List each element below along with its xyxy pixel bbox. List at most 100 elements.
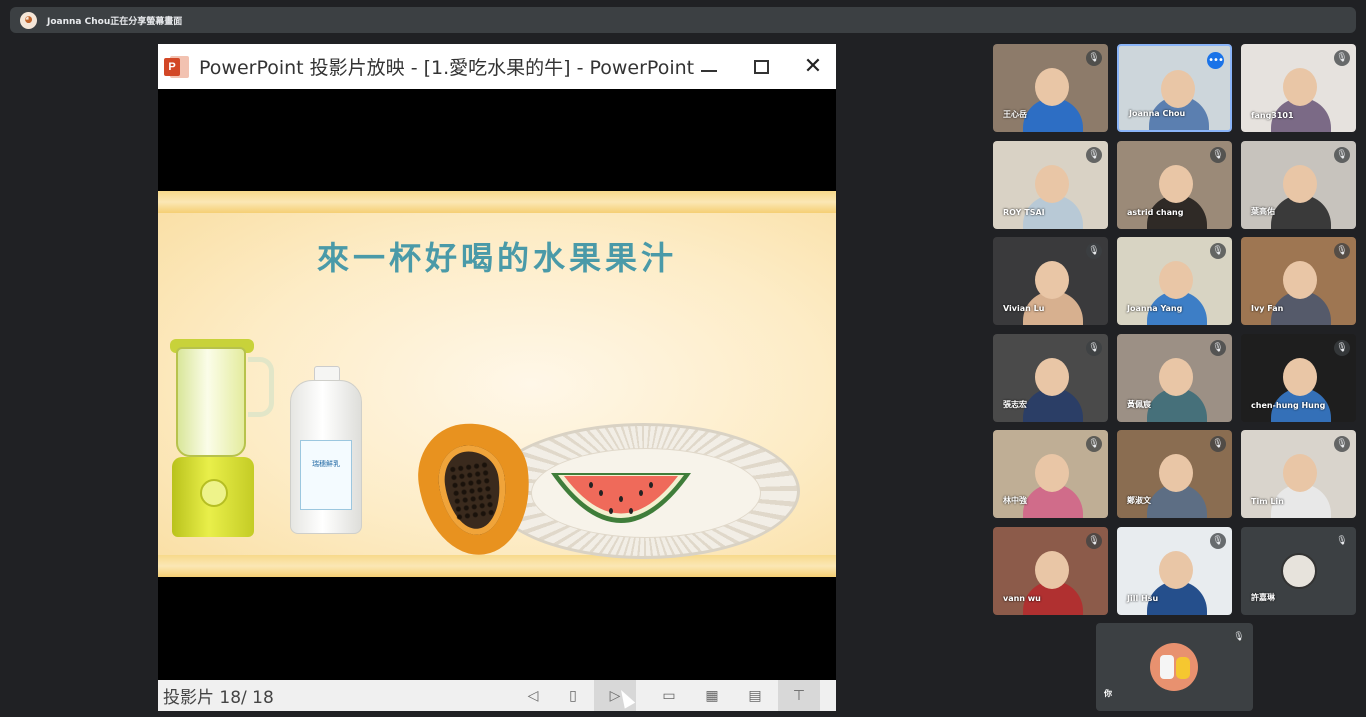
participant-name: Vivian Lu: [1003, 304, 1045, 313]
presenting-banner: ◕ Joanna Chou正在分享螢幕畫面: [10, 7, 1356, 33]
mic-off-icon: 🎙: [1086, 532, 1102, 549]
participant-name: 張志宏: [1003, 399, 1027, 409]
video-person-face: [1035, 164, 1069, 203]
slide-canvas[interactable]: 來一杯好喝的水果果汁 瑞穗鮮乳: [158, 191, 836, 577]
video-person-face: [1035, 261, 1069, 299]
video-person-face: [1283, 261, 1317, 299]
self-avatar: [1150, 643, 1198, 691]
participant-name: astrid chang: [1127, 207, 1184, 217]
participant-tile[interactable]: 🎙 vann wu: [993, 526, 1108, 615]
close-button[interactable]: ✕: [788, 44, 838, 89]
slide-bottom-band: [158, 555, 836, 577]
video-person-face: [1283, 68, 1317, 106]
slide-sorter-button[interactable]: ▦: [691, 680, 733, 711]
participant-name: 林中強: [1003, 496, 1027, 505]
participant-tile[interactable]: 🎙 Joanna Yang: [1117, 237, 1232, 325]
more-options-icon[interactable]: •••: [1207, 52, 1224, 69]
video-person-face: [1159, 164, 1193, 203]
participant-name: 葉高佑: [1251, 206, 1275, 216]
video-person-face: [1159, 261, 1193, 299]
prev-slide-icon: ◁: [527, 687, 539, 704]
video-person-face: [1035, 550, 1069, 589]
video-person-face: [1035, 454, 1069, 492]
mic-off-icon: 🎙: [1334, 532, 1350, 549]
slide-counter: 投影片 18/ 18: [163, 688, 274, 708]
slideshow-button[interactable]: ⊤: [778, 680, 820, 711]
participant-name: Tim Lin: [1251, 497, 1284, 506]
mic-off-icon: 🎙: [1086, 146, 1102, 163]
slideshow-statusbar: 投影片 18/ 18 ◁ ▯ ▷ ▭ ▦ ▤ ⊤: [158, 680, 836, 711]
participant-name: Joanna Chou: [1129, 109, 1186, 118]
participant-tile[interactable]: 🎙 chen-hung Hung: [1241, 333, 1356, 422]
participant-name: 黃佩宸: [1127, 399, 1151, 409]
avatar: [1281, 552, 1317, 589]
mic-off-icon: 🎙: [1086, 339, 1102, 356]
normal-view-button[interactable]: ▭: [648, 680, 690, 711]
participant-tile[interactable]: 🎙 黃佩宸: [1117, 333, 1232, 422]
powerpoint-window: P PowerPoint 投影片放映 - [1.愛吃水果的牛] - PowerP…: [158, 44, 836, 711]
papaya-image: [411, 415, 539, 563]
participant-tile[interactable]: 🎙 Ivy Fan: [1241, 237, 1356, 325]
participant-name: 鄭淑文: [1127, 496, 1151, 505]
participant-tile[interactable]: 🎙 葉高佑: [1241, 140, 1356, 229]
mic-off-icon: 🎙: [1210, 436, 1226, 452]
participant-name: vann wu: [1003, 593, 1041, 603]
participant-tile[interactable]: 🎙 許嘉琳: [1241, 526, 1356, 615]
participant-name: Ivy Fan: [1251, 304, 1284, 313]
close-icon: ✕: [803, 53, 823, 79]
mic-off-icon: 🎙: [1334, 146, 1350, 163]
slide-title: 來一杯好喝的水果果汁: [316, 239, 677, 277]
mic-off-icon: 🎙: [1334, 243, 1350, 259]
mic-off-icon: 🎙: [1334, 436, 1350, 452]
video-person-face: [1035, 357, 1069, 396]
minimize-button[interactable]: [684, 44, 734, 89]
blender-image: [166, 339, 276, 539]
participant-tile[interactable]: 🎙 王心岳: [993, 44, 1108, 132]
participant-tile[interactable]: 🎙 Jill Hsu: [1117, 526, 1232, 615]
mic-off-icon: 🎙: [1210, 146, 1226, 163]
mic-off-icon: 🎙: [1086, 436, 1102, 452]
video-person-face: [1035, 68, 1069, 106]
participant-tile[interactable]: 🎙 fang3101: [1241, 44, 1356, 132]
self-name: 你: [1104, 689, 1112, 698]
participant-tile[interactable]: 🎙 林中強: [993, 430, 1108, 518]
window-titlebar: P PowerPoint 投影片放映 - [1.愛吃水果的牛] - PowerP…: [158, 44, 836, 89]
participant-tile[interactable]: 🎙 鄭淑文: [1117, 430, 1232, 518]
notes-icon: ▯: [569, 687, 577, 704]
watermelon-image: [551, 473, 691, 523]
mic-off-icon: 🎙: [1210, 243, 1226, 259]
participant-name: 許嘉琳: [1251, 592, 1275, 602]
maximize-button[interactable]: [736, 44, 786, 89]
participant-name: chen-hung Hung: [1251, 400, 1326, 410]
video-person-face: [1159, 357, 1193, 396]
mic-off-icon: 🎙: [1086, 243, 1102, 259]
mic-off-icon: 🎙: [1210, 532, 1226, 549]
participant-tile[interactable]: ••• Joanna Chou: [1117, 44, 1232, 132]
reading-view-icon: ▤: [748, 687, 762, 704]
participant-name: Joanna Yang: [1127, 304, 1183, 313]
video-person-face: [1283, 164, 1317, 203]
participant-name: Jill Hsu: [1127, 593, 1159, 603]
self-tile[interactable]: 🎙 你: [1096, 623, 1253, 711]
participant-name: ROY TSAI: [1003, 207, 1045, 217]
participant-tile[interactable]: 🎙 Vivian Lu: [993, 237, 1108, 325]
window-title: PowerPoint 投影片放映 - [1.愛吃水果的牛] - PowerPoi…: [199, 57, 695, 79]
participant-tile[interactable]: 🎙 Tim Lin: [1241, 430, 1356, 518]
video-person-face: [1159, 550, 1193, 589]
participant-tile[interactable]: 🎙 astrid chang: [1117, 140, 1232, 229]
participant-tile[interactable]: 🎙 ROY TSAI: [993, 140, 1108, 229]
prev-slide-button[interactable]: ◁: [512, 680, 554, 711]
participant-name: 王心岳: [1003, 110, 1027, 119]
powerpoint-app-icon: P: [164, 54, 190, 80]
slide-top-band: [158, 191, 836, 213]
milk-bottle-image: 瑞穗鮮乳: [288, 366, 364, 536]
video-person-face: [1283, 357, 1317, 396]
notes-button[interactable]: ▯: [552, 680, 594, 711]
normal-view-icon: ▭: [662, 687, 676, 704]
reading-view-button[interactable]: ▤: [734, 680, 776, 711]
presenting-banner-text: Joanna Chou正在分享螢幕畫面: [47, 16, 183, 27]
mic-off-icon: 🎙: [1086, 50, 1102, 66]
participant-tile[interactable]: 🎙 張志宏: [993, 333, 1108, 422]
presenter-avatar-icon: ◕: [20, 11, 37, 29]
mic-off-icon: 🎙: [1334, 339, 1350, 356]
